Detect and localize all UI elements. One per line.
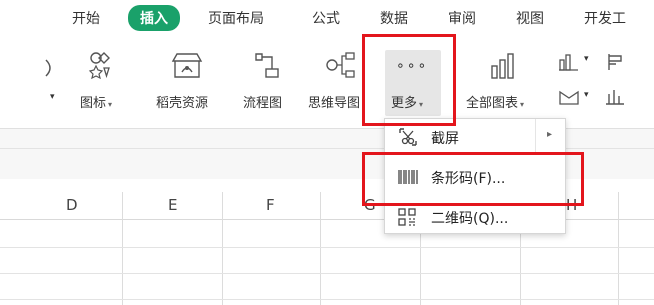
column-header-f[interactable]: F (266, 196, 275, 214)
grid-line (0, 299, 654, 300)
tab-review[interactable]: 审阅 (448, 8, 476, 28)
chevron-down-icon: ▾ (520, 100, 525, 109)
chevron-down-icon: ▾ (584, 90, 589, 100)
tab-data[interactable]: 数据 (380, 8, 408, 28)
tab-insert[interactable]: 插入 (128, 5, 180, 31)
flowchart-icon (255, 53, 279, 78)
ribbon-toolbar: ▾ 图标 ▾ 稻壳资源 流程图 思维导图 ∘∘∘ 更多 ▾ 全部图表 ▾ ▾ ▾ (0, 36, 654, 128)
bar-chart-icon (491, 53, 514, 79)
qrcode-icon (398, 208, 416, 226)
tab-formulas[interactable]: 公式 (312, 8, 340, 28)
mindmap-label: 思维导图 (308, 96, 361, 111)
flowchart-label: 流程图 (243, 96, 283, 111)
grid-line (0, 273, 654, 274)
all-charts-label: 全部图表 (466, 96, 519, 111)
docer-resources-label: 稻壳资源 (156, 96, 209, 111)
menu-item-label: 二维码(Q)... (431, 211, 509, 227)
chevron-right-icon: ▸ (547, 129, 553, 140)
tab-home[interactable]: 开始 (72, 8, 100, 28)
grid-line (122, 192, 123, 305)
bar-horizontal-icon[interactable] (606, 52, 626, 72)
highlight-barcode-box (362, 152, 584, 206)
column-header-d[interactable]: D (66, 196, 78, 214)
store-icon (171, 53, 203, 78)
tab-developer[interactable]: 开发工 (584, 8, 626, 28)
mindmap-icon (326, 52, 355, 78)
menu-item-label: 截屏 (431, 131, 459, 147)
grid-line (320, 192, 321, 305)
partial-icon (45, 59, 51, 77)
highlight-more-box (362, 34, 456, 126)
grid-line (618, 192, 619, 305)
chevron-down-icon: ▾ (584, 54, 589, 64)
submenu-toggle[interactable]: ▸ (535, 119, 565, 155)
tab-view[interactable]: 视图 (516, 8, 544, 28)
stock-chart-icon[interactable] (604, 86, 626, 106)
icons-label: 图标 (80, 96, 107, 111)
tab-page-layout[interactable]: 页面布局 (208, 8, 264, 28)
area-chart-icon[interactable] (558, 88, 580, 106)
partial-caret: ▾ (50, 92, 55, 102)
grid-line (222, 192, 223, 305)
ribbon-tabs: 开始 插入 页面布局 公式 数据 审阅 视图 开发工 (0, 0, 654, 36)
screenshot-icon (399, 128, 417, 146)
column-header-e[interactable]: E (168, 196, 177, 214)
chevron-down-icon: ▾ (108, 100, 113, 109)
icons-icon (88, 52, 110, 80)
grid-line (0, 247, 654, 248)
column-chart-icon[interactable] (558, 52, 580, 72)
